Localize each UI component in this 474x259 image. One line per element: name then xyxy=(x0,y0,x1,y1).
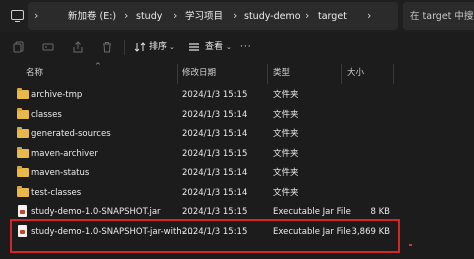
folder-icon xyxy=(17,186,29,197)
file-name: study-demo-1.0-SNAPSHOT.jar xyxy=(31,207,161,217)
file-type: 文件夹 xyxy=(273,188,299,198)
file-name: generated-sources xyxy=(31,129,111,139)
column-type[interactable]: 类型 xyxy=(273,67,290,79)
column-divider[interactable] xyxy=(267,64,268,84)
folder-icon xyxy=(17,88,29,99)
file-date: 2024/1/3 15:15 xyxy=(182,149,248,159)
chevron-down-icon: ⌄ xyxy=(169,43,175,51)
column-name[interactable]: 名称 xyxy=(26,67,43,79)
search-input[interactable]: 在 target 中搜索 xyxy=(403,2,474,30)
sort-button[interactable]: 排序 xyxy=(149,41,167,53)
view-button[interactable]: 查看 xyxy=(205,41,223,53)
chevron-right-icon: › xyxy=(34,9,39,22)
column-divider[interactable] xyxy=(341,64,342,84)
file-date: 2024/1/3 15:14 xyxy=(182,188,248,198)
file-date: 2024/1/3 15:14 xyxy=(182,129,248,139)
column-size[interactable]: 大小 xyxy=(347,67,364,79)
jar-file-icon xyxy=(18,205,27,217)
file-date: 2024/1/3 15:14 xyxy=(182,110,248,120)
chevron-right-icon[interactable]: › xyxy=(367,9,371,23)
list-item-archive-tmp[interactable]: archive-tmp 2024/1/3 15:15 文件夹 xyxy=(0,85,474,105)
breadcrumb-study-demo[interactable]: study-demo xyxy=(244,10,301,23)
column-date-modified[interactable]: 修改日期 xyxy=(182,67,216,79)
command-bar: 排序 ⌄ 查看 ⌄ ··· xyxy=(0,32,474,62)
search-placeholder: 在 target 中搜索 xyxy=(410,11,474,22)
file-date: 2024/1/3 15:15 xyxy=(182,90,248,100)
file-date: 2024/1/3 15:14 xyxy=(182,168,248,178)
list-item-test-classes[interactable]: test-classes 2024/1/3 15:14 文件夹 xyxy=(0,183,474,203)
toolbar-divider xyxy=(124,40,125,55)
chevron-right-icon[interactable]: › xyxy=(305,9,309,23)
column-header: ^ 名称 修改日期 类型 大小 xyxy=(0,62,474,84)
list-item-generated-sources[interactable]: generated-sources 2024/1/3 15:14 文件夹 xyxy=(0,124,474,144)
list-item-maven-status[interactable]: maven-status 2024/1/3 15:14 文件夹 xyxy=(0,163,474,183)
file-name: maven-status xyxy=(31,168,90,178)
file-type: Executable Jar File xyxy=(273,207,351,217)
breadcrumb-learning-project[interactable]: 学习项目 xyxy=(185,10,223,23)
copy-icon[interactable] xyxy=(13,41,25,53)
file-name: archive-tmp xyxy=(31,90,83,100)
folder-icon xyxy=(17,147,29,158)
more-options-icon[interactable]: ··· xyxy=(240,41,252,53)
chevron-right-icon[interactable]: › xyxy=(233,9,237,23)
list-item-maven-archiver[interactable]: maven-archiver 2024/1/3 15:15 文件夹 xyxy=(0,144,474,164)
folder-icon xyxy=(17,166,29,177)
folder-icon xyxy=(17,127,29,138)
column-divider[interactable] xyxy=(393,64,394,84)
annotation-dot xyxy=(409,244,412,246)
breadcrumb-drive[interactable]: 新加卷 (E:) xyxy=(68,10,116,23)
column-divider[interactable] xyxy=(177,64,178,84)
file-type: 文件夹 xyxy=(273,129,299,139)
highlight-box xyxy=(10,219,400,253)
share-icon[interactable] xyxy=(72,41,84,53)
delete-icon[interactable] xyxy=(101,41,113,53)
chevron-right-icon[interactable]: › xyxy=(124,9,128,23)
file-size: 8 KB xyxy=(370,207,390,217)
breadcrumb-target[interactable]: target xyxy=(318,10,347,23)
chevron-right-icon[interactable]: › xyxy=(173,9,177,23)
file-name: test-classes xyxy=(31,188,82,198)
this-pc-icon[interactable] xyxy=(11,10,24,23)
list-item-classes[interactable]: classes 2024/1/3 15:14 文件夹 xyxy=(0,105,474,125)
sort-icon xyxy=(134,42,146,52)
chevron-down-icon: ⌄ xyxy=(226,43,232,51)
rename-icon[interactable] xyxy=(42,41,54,53)
file-type: 文件夹 xyxy=(273,90,299,100)
file-type: 文件夹 xyxy=(273,168,299,178)
view-icon xyxy=(189,43,199,51)
file-name: maven-archiver xyxy=(31,149,98,159)
sort-ascending-icon: ^ xyxy=(95,62,101,70)
breadcrumb[interactable]: › 新加卷 (E:) › study › 学习项目 › study-demo ›… xyxy=(28,2,398,30)
folder-icon xyxy=(17,108,29,119)
file-name: classes xyxy=(31,110,62,120)
file-type: 文件夹 xyxy=(273,110,299,120)
file-date: 2024/1/3 15:15 xyxy=(182,207,248,217)
file-type: 文件夹 xyxy=(273,149,299,159)
address-bar-row: › 新加卷 (E:) › study › 学习项目 › study-demo ›… xyxy=(0,0,474,32)
breadcrumb-study[interactable]: study xyxy=(136,10,162,23)
